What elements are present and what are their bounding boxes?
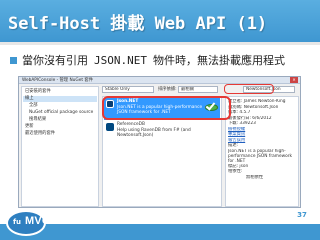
stability-filter-select[interactable]: Stable Only (102, 86, 154, 93)
bullet-text-suffix: 物件時，無法掛載應用程式 (152, 54, 285, 67)
bullet-point: 當你沒有引用 JSON.NET 物件時，無法掛載應用程式 (10, 52, 285, 68)
package-highlight-box (102, 96, 231, 120)
package-details: 建立者: James Newton-King 識別碼: Newtonsoft.J… (225, 96, 299, 207)
package-icon (106, 123, 114, 131)
window-caption: WebAPIConsole - 管理 NuGet 套件 ✕ (19, 77, 300, 84)
tree-item-nuget-official[interactable]: NuGet official package source (29, 110, 93, 116)
bullet-code-text: JSON.NET (94, 53, 147, 67)
package-source-tree: 已安裝的套件 線上 全部 NuGet official package sour… (21, 86, 99, 207)
close-icon[interactable]: ✕ (290, 77, 298, 83)
tree-item-updates[interactable]: 更新 (25, 124, 34, 130)
package-description: Help using RavenDB from F# (and Newtonso… (117, 128, 191, 138)
sort-label: 排序依據: (158, 87, 177, 92)
bullet-square-icon (10, 56, 17, 64)
mvc-logo: fu MVC (6, 210, 50, 236)
detail-description: Json.NET is a popular high-performance J… (228, 148, 292, 164)
slide-title-bar: Self-Host 掛載 Web API (1) (0, 0, 320, 42)
tree-item-all[interactable]: 全部 (29, 103, 38, 109)
tree-item-recent[interactable]: 最近使用的套件 (25, 131, 55, 137)
bullet-text-prefix: 當你沒有引用 (22, 54, 88, 67)
package-name: ReferenceDB (117, 122, 145, 127)
package-row-referencedb[interactable]: ReferenceDB Help using RavenDB from F# (… (104, 121, 220, 143)
sort-select[interactable]: 最相關 (178, 86, 218, 93)
window-caption-text: WebAPIConsole - 管理 NuGet 套件 (22, 78, 94, 83)
tree-item-installed[interactable]: 已安裝的套件 (25, 89, 51, 95)
logo-text: MVC (25, 215, 51, 227)
search-highlight-box (224, 84, 274, 94)
tree-item-online[interactable]: 線上 (23, 96, 97, 102)
tree-item-search-results[interactable]: 搜尋結果 (29, 117, 46, 123)
page-number: 37 (292, 209, 312, 221)
slide-title: Self-Host 掛載 Web API (1) (8, 14, 268, 34)
logo-small-text: fu (13, 218, 22, 226)
detail-dependencies-value: 無相依性 (246, 174, 264, 180)
title-divider (0, 42, 320, 45)
